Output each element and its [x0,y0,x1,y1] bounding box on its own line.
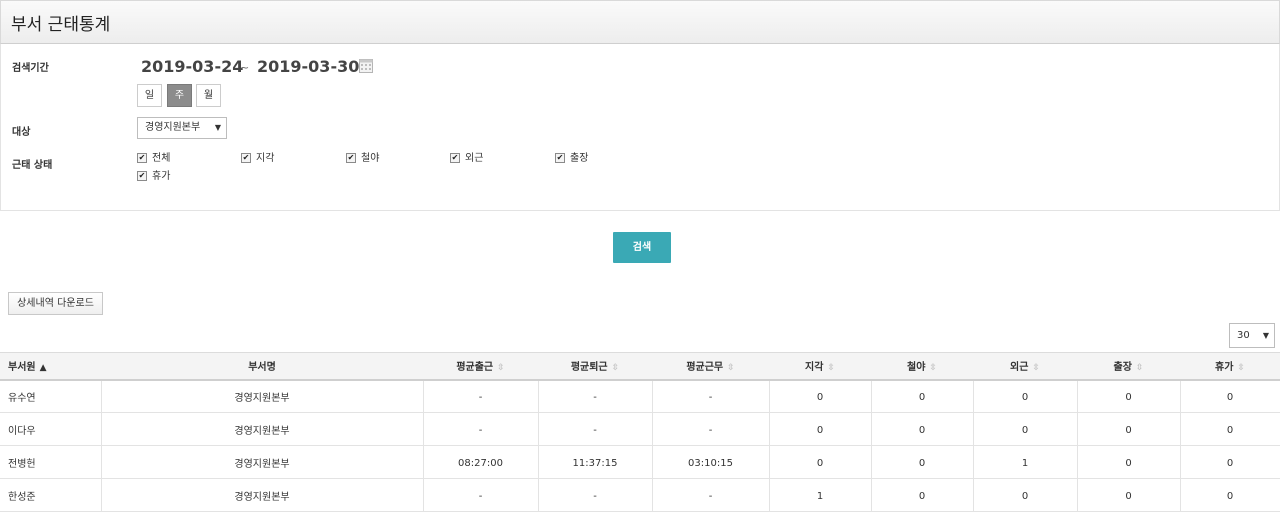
column-header-avg-out[interactable]: 평균퇴근 ⇳ [538,352,652,381]
sort-icon: ⇳ [1135,363,1144,374]
status-checkbox-trip[interactable]: ✔ 출장 [555,153,588,165]
cell-leave: 0 [1180,445,1280,479]
sort-icon: ⇳ [1237,363,1245,374]
cell-night: 0 [871,379,974,413]
checkmark-icon: ✔ [137,171,147,181]
sort-icon: ⇳ [827,363,835,374]
cell-night: 0 [871,445,974,479]
cell-dept: 경영지원본부 [101,379,424,413]
stats-table: 부서원 ▲ 부서명 평균출근 ⇳ 평균퇴근 ⇳ 평균근무 ⇳ 지각 ⇳ 철야 ⇳ 외근 ⇳ 출… [0,352,1280,512]
cell-avg-work: - [652,412,770,446]
cell-leave: 0 [1180,478,1280,512]
cell-avg-out: 11:37:15 [538,445,653,479]
cell-late: 1 [769,478,872,512]
period-day-button[interactable]: 일 [137,84,162,107]
table-row: 유수연 경영지원본부 - - - 0 0 0 0 0 [0,379,1280,413]
status-checkbox-late[interactable]: ✔ 지각 [241,153,274,165]
cell-outside: 0 [973,412,1078,446]
cell-avg-in: - [423,478,539,512]
column-header-member[interactable]: 부서원 ▲ [0,352,101,381]
page-header: 부서 근태통계 [0,0,1280,44]
status-checkbox-night[interactable]: ✔ 철야 [346,153,379,165]
page-size-value: 30 [1237,330,1250,341]
search-button[interactable]: 검색 [613,232,671,263]
sort-icon: ⇳ [611,363,620,374]
cell-avg-in: - [423,379,539,413]
column-header-trip[interactable]: 출장 ⇳ [1077,352,1180,381]
column-header-outside[interactable]: 외근 ⇳ [973,352,1077,381]
sort-icon: ⇳ [929,363,937,374]
cell-dept: 경영지원본부 [101,445,424,479]
calendar-icon[interactable] [359,58,373,73]
cell-member: 이다우 [0,412,102,446]
period-label: 검색기간 [12,63,49,74]
cell-late: 0 [769,445,872,479]
column-header-late[interactable]: 지각 ⇳ [769,352,871,381]
target-label: 대상 [12,127,31,138]
table-header-row: 부서원 ▲ 부서명 평균출근 ⇳ 평균퇴근 ⇳ 평균근무 ⇳ 지각 ⇳ 철야 ⇳ 외근 ⇳ 출… [0,352,1280,381]
checkmark-icon: ✔ [555,153,565,163]
column-header-dept: 부서명 [101,352,423,381]
column-header-avg-work[interactable]: 평균근무 ⇳ [652,352,769,381]
sort-ascending-icon: ▲ [39,363,47,374]
sort-icon: ⇳ [1032,363,1040,374]
cell-member: 전병헌 [0,445,102,479]
cell-member: 한성준 [0,478,102,512]
table-row: 이다우 경영지원본부 - - - 0 0 0 0 0 [0,412,1280,446]
cell-avg-work: - [652,379,770,413]
cell-trip: 0 [1077,445,1181,479]
sort-icon: ⇳ [727,363,735,374]
download-details-button[interactable]: 상세내역 다운로드 [8,292,103,315]
cell-avg-work: - [652,478,770,512]
column-header-leave[interactable]: 휴가 ⇳ [1180,352,1280,381]
search-form: 검색기간 2019-03-24 ~ 2019-03-30 일 주 월 대상 경영… [0,44,1280,211]
cell-leave: 0 [1180,412,1280,446]
cell-avg-work: 03:10:15 [652,445,770,479]
sort-icon: ⇳ [497,363,505,374]
checkmark-icon: ✔ [346,153,356,163]
date-end[interactable]: 2019-03-30 [257,57,359,76]
cell-night: 0 [871,412,974,446]
period-week-button[interactable]: 주 [167,84,192,107]
cell-leave: 0 [1180,379,1280,413]
cell-dept: 경영지원본부 [101,478,424,512]
cell-avg-out: - [538,412,653,446]
cell-trip: 0 [1077,412,1181,446]
triangle-down-icon: ▼ [1262,331,1269,340]
cell-member: 유수연 [0,379,102,413]
cell-outside: 0 [973,478,1078,512]
page-size-select[interactable]: 30 ▼ [1229,323,1275,348]
cell-outside: 0 [973,379,1078,413]
target-select-value: 경영지원본부 [145,122,201,133]
date-separator: ~ [240,61,250,74]
cell-avg-out: - [538,379,653,413]
cell-trip: 0 [1077,379,1181,413]
cell-night: 0 [871,478,974,512]
table-row: 한성준 경영지원본부 - - - 1 0 0 0 0 [0,478,1280,512]
target-select[interactable]: 경영지원본부 ▼ [137,117,227,139]
cell-trip: 0 [1077,478,1181,512]
status-checkbox-leave[interactable]: ✔ 휴가 [137,171,170,183]
cell-outside: 1 [973,445,1078,479]
triangle-down-icon: ▼ [214,123,221,132]
period-month-button[interactable]: 월 [196,84,221,107]
cell-late: 0 [769,412,872,446]
table-row: 전병헌 경영지원본부 08:27:00 11:37:15 03:10:15 0 … [0,445,1280,479]
checkmark-icon: ✔ [137,153,147,163]
status-checkbox-outside[interactable]: ✔ 외근 [450,153,483,165]
checkmark-icon: ✔ [241,153,251,163]
cell-avg-in: 08:27:00 [423,445,539,479]
status-checkbox-all[interactable]: ✔ 전체 [137,153,170,165]
column-header-avg-in[interactable]: 평균출근 ⇳ [423,352,538,381]
cell-dept: 경영지원본부 [101,412,424,446]
page-title: 부서 근태통계 [11,15,111,35]
status-label: 근태 상태 [12,160,53,171]
date-start[interactable]: 2019-03-24 [141,57,243,76]
checkmark-icon: ✔ [450,153,460,163]
column-header-night[interactable]: 철야 ⇳ [871,352,973,381]
cell-late: 0 [769,379,872,413]
cell-avg-in: - [423,412,539,446]
cell-avg-out: - [538,478,653,512]
